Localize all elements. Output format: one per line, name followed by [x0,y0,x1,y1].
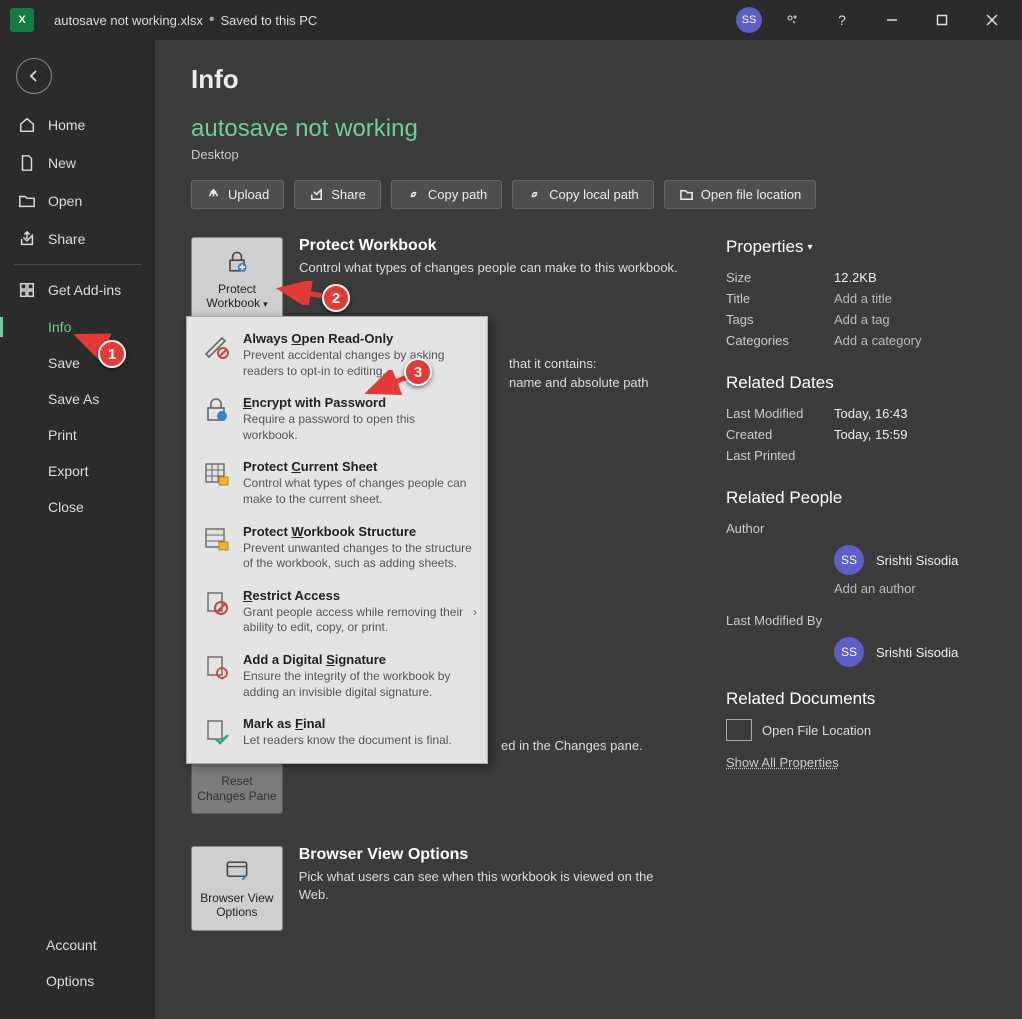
user-avatar[interactable]: SS [736,7,762,33]
menu-mark-final[interactable]: Mark as FinalLet readers know the docume… [187,708,487,757]
nav-share[interactable]: Share [0,220,155,258]
open-file-location[interactable]: Open File Location [726,719,986,741]
protect-title: Protect Workbook [299,237,678,255]
reset-changes-button[interactable]: Reset Changes Pane [191,763,283,814]
add-tag-field[interactable]: Add a tag [834,312,890,327]
nav-info[interactable]: Info [0,309,155,345]
upload-button[interactable]: Upload [191,180,284,209]
page-heading: Info [191,64,986,95]
protect-desc: Control what types of changes people can… [299,259,678,277]
structure-icon [201,524,231,554]
menu-protect-sheet[interactable]: Protect Current SheetControl what types … [187,451,487,515]
doc-location: Desktop [191,147,986,162]
addins-icon [18,281,36,299]
title-filename: autosave not working.xlsx [54,13,203,28]
open-icon [18,192,36,210]
protect-workbook-button[interactable]: Protect Workbook▾ [191,237,283,322]
home-icon [18,116,36,134]
nav-saveas[interactable]: Save As [0,381,155,417]
minimize-button[interactable] [872,4,912,36]
openloc-button[interactable]: Open file location [664,180,816,209]
new-icon [18,154,36,172]
nav-save[interactable]: Save [0,345,155,381]
add-title-field[interactable]: Add a title [834,291,892,306]
close-button[interactable] [972,4,1012,36]
menu-protect-structure[interactable]: Protect Workbook StructurePrevent unwant… [187,516,487,580]
show-all-properties[interactable]: Show All Properties [726,755,986,770]
maximize-button[interactable] [922,4,962,36]
chevron-right-icon: › [473,605,477,619]
nav-print[interactable]: Print [0,417,155,453]
nav-export[interactable]: Export [0,453,155,489]
share-icon [18,230,36,248]
sheet-icon [201,459,231,489]
nav-close[interactable]: Close [0,489,155,525]
modby-person[interactable]: SSSrishti Sisodia [834,637,986,667]
menu-readonly[interactable]: Always Open Read-OnlyPrevent accidental … [187,323,487,387]
coming-soon-icon[interactable] [772,4,812,36]
nav-options[interactable]: Options [0,963,155,999]
browser-view-button[interactable]: Browser View Options [191,846,283,931]
protect-section: Protect Workbook▾ Protect Workbook Contr… [191,237,686,322]
back-button[interactable] [16,58,52,94]
nav-account[interactable]: Account [0,927,155,963]
action-row: Upload Share Copy path Copy local path O… [191,180,986,209]
signature-icon [201,652,231,682]
help-icon[interactable]: ? [822,4,862,36]
nav-open[interactable]: Open [0,182,155,220]
menu-encrypt[interactable]: Encrypt with PasswordRequire a password … [187,387,487,451]
add-author[interactable]: Add an author [834,581,986,596]
nav-home[interactable]: Home [0,106,155,144]
browser-desc: Pick what users can see when this workbo… [299,868,686,904]
doc-title: autosave not working [191,115,986,143]
properties-panel: Properties▾ Size12.2KB TitleAdd a title … [726,237,986,963]
properties-heading[interactable]: Properties▾ [726,237,986,257]
backstage-sidebar: Home New Open Share Get Add-ins Info Sav… [0,40,155,1019]
browser-title: Browser View Options [299,846,686,864]
reset-changes-section: Reset Changes Pane [191,763,686,814]
nav-new[interactable]: New [0,144,155,182]
copypath-button[interactable]: Copy path [391,180,502,209]
titlebar: X autosave not working.xlsx • Saved to t… [0,0,1022,40]
browser-view-section: Browser View Options Browser View Option… [191,846,686,931]
title-separator: • [209,11,215,29]
restrict-icon [201,588,231,618]
readonly-icon [201,331,231,361]
folder-icon [726,719,752,741]
excel-icon: X [10,8,34,32]
menu-restrict-access[interactable]: Restrict AccessGrant people access while… [187,580,487,644]
author-person[interactable]: SSSrishti Sisodia [834,545,986,575]
final-icon [201,716,231,746]
nav-addins[interactable]: Get Add-ins [0,271,155,309]
title-savestate: Saved to this PC [220,13,317,28]
share-button[interactable]: Share [294,180,381,209]
add-category-field[interactable]: Add a category [834,333,921,348]
browser-icon [223,857,251,885]
lock-icon [223,248,251,276]
encrypt-icon [201,395,231,425]
related-dates-heading: Related Dates [726,373,986,393]
menu-signature[interactable]: Add a Digital SignatureEnsure the integr… [187,644,487,708]
protect-workbook-menu: Always Open Read-OnlyPrevent accidental … [186,316,488,764]
related-docs-heading: Related Documents [726,689,986,709]
related-people-heading: Related People [726,488,986,508]
copylocal-button[interactable]: Copy local path [512,180,654,209]
